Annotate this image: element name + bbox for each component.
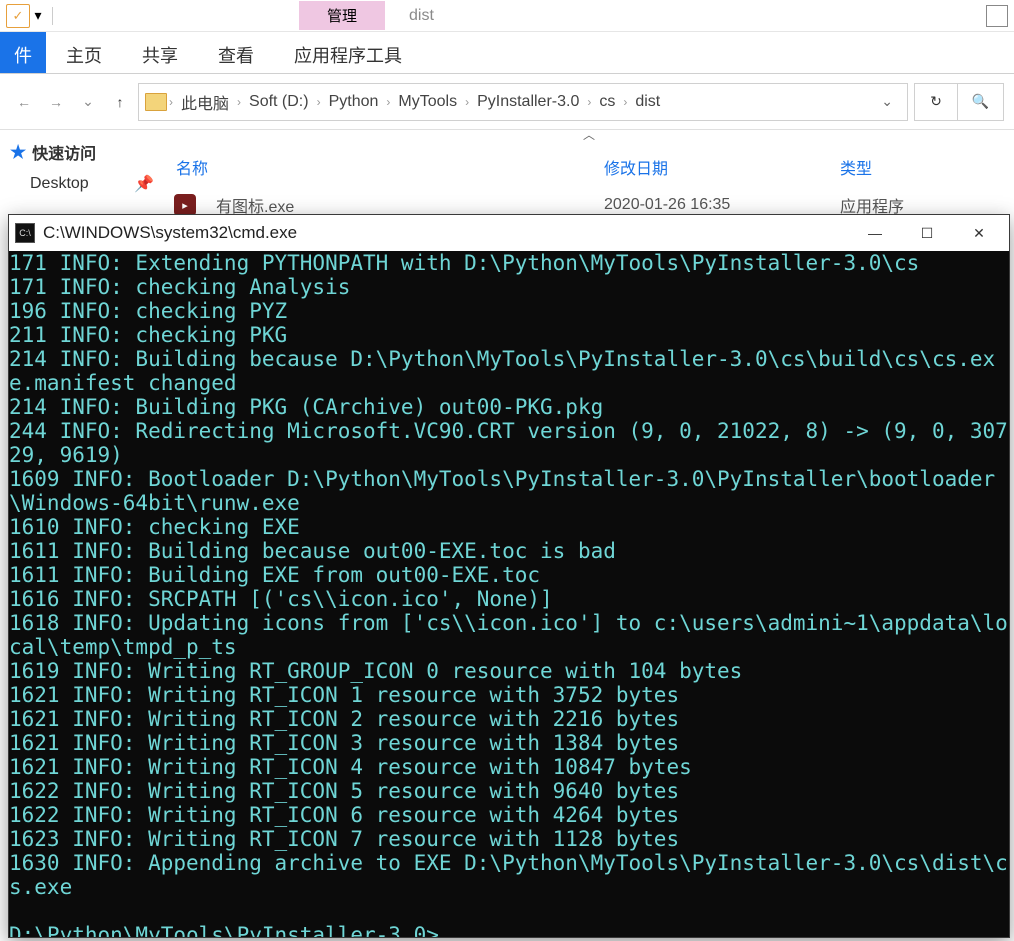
explorer-titlebar: ✓ ▾ 管理 dist	[0, 0, 1014, 32]
cmd-output[interactable]: 171 INFO: Extending PYTHONPATH with D:\P…	[9, 251, 1009, 937]
exe-icon: ▸	[174, 194, 196, 216]
tab-file[interactable]: 件	[0, 32, 46, 73]
chevron-right-icon[interactable]: ›	[235, 95, 243, 109]
chevron-right-icon[interactable]: ›	[585, 95, 593, 109]
address-dropdown-icon[interactable]: ⌄	[873, 93, 901, 110]
breadcrumb-item[interactable]: MyTools	[392, 93, 463, 111]
cmd-icon: C:\	[15, 223, 35, 243]
sidebar-item-label: Desktop	[30, 175, 89, 193]
ribbon-tabs: 件 主页 共享 查看 应用程序工具	[0, 32, 1014, 74]
col-header-type[interactable]: 类型	[840, 155, 1000, 179]
refresh-button[interactable]: ↻	[914, 83, 958, 121]
tab-home[interactable]: 主页	[46, 32, 122, 73]
sidebar-quick-access[interactable]: ★ 快速访问	[0, 136, 164, 168]
collapse-chevron-icon[interactable]: ︿	[164, 126, 1014, 143]
window-restore-icon[interactable]	[986, 5, 1008, 27]
chevron-right-icon[interactable]: ›	[463, 95, 471, 109]
col-header-name[interactable]: 名称	[164, 155, 604, 179]
cmd-title: C:\WINDOWS\system32\cmd.exe	[43, 223, 297, 243]
file-date: 2020-01-26 16:35	[604, 196, 840, 214]
breadcrumb-item[interactable]: 此电脑	[175, 90, 235, 114]
chevron-right-icon[interactable]: ›	[315, 95, 323, 109]
chevron-right-icon[interactable]: ›	[167, 95, 175, 109]
tab-view[interactable]: 查看	[198, 32, 274, 73]
window-title: dist	[409, 7, 434, 25]
address-bar[interactable]: › 此电脑 › Soft (D:) › Python › MyTools › P…	[138, 83, 908, 121]
address-row: ← → ⌄ ↑ › 此电脑 › Soft (D:) › Python › MyT…	[0, 74, 1014, 130]
close-button[interactable]: ✕	[953, 215, 1005, 251]
quick-access-label: 快速访问	[32, 140, 96, 164]
nav-back-icon[interactable]: ←	[10, 88, 38, 116]
nav-up-icon[interactable]: ↑	[106, 88, 134, 116]
breadcrumb-item[interactable]: dist	[629, 93, 666, 111]
column-headers: 名称 修改日期 类型	[164, 147, 1014, 187]
nav-forward-icon[interactable]: →	[42, 88, 70, 116]
separator	[52, 7, 53, 25]
breadcrumb-item[interactable]: Python	[323, 93, 385, 111]
col-header-date[interactable]: 修改日期	[604, 155, 840, 179]
cmd-titlebar[interactable]: C:\ C:\WINDOWS\system32\cmd.exe — ☐ ✕	[9, 215, 1009, 251]
manage-tab[interactable]: 管理	[299, 1, 385, 30]
qa-dropdown-icon[interactable]: ▾	[30, 7, 46, 24]
tab-share[interactable]: 共享	[122, 32, 198, 73]
chevron-right-icon[interactable]: ›	[384, 95, 392, 109]
nav-recent-icon[interactable]: ⌄	[74, 88, 102, 116]
breadcrumb-item[interactable]: PyInstaller-3.0	[471, 93, 585, 111]
sidebar-item-desktop[interactable]: Desktop 📌	[0, 168, 164, 200]
cmd-window: C:\ C:\WINDOWS\system32\cmd.exe — ☐ ✕ 17…	[8, 214, 1010, 938]
breadcrumb-item[interactable]: cs	[593, 93, 621, 111]
breadcrumb-item[interactable]: Soft (D:)	[243, 93, 315, 111]
search-input[interactable]: 🔍	[958, 83, 1004, 121]
tab-app-tools[interactable]: 应用程序工具	[274, 32, 422, 73]
chevron-right-icon[interactable]: ›	[621, 95, 629, 109]
folder-icon	[145, 93, 167, 111]
pin-icon: 📌	[134, 174, 154, 194]
maximize-button[interactable]: ☐	[901, 215, 953, 251]
qa-file-icon[interactable]: ✓	[6, 4, 30, 28]
minimize-button[interactable]: —	[849, 215, 901, 251]
star-icon: ★	[10, 142, 26, 163]
